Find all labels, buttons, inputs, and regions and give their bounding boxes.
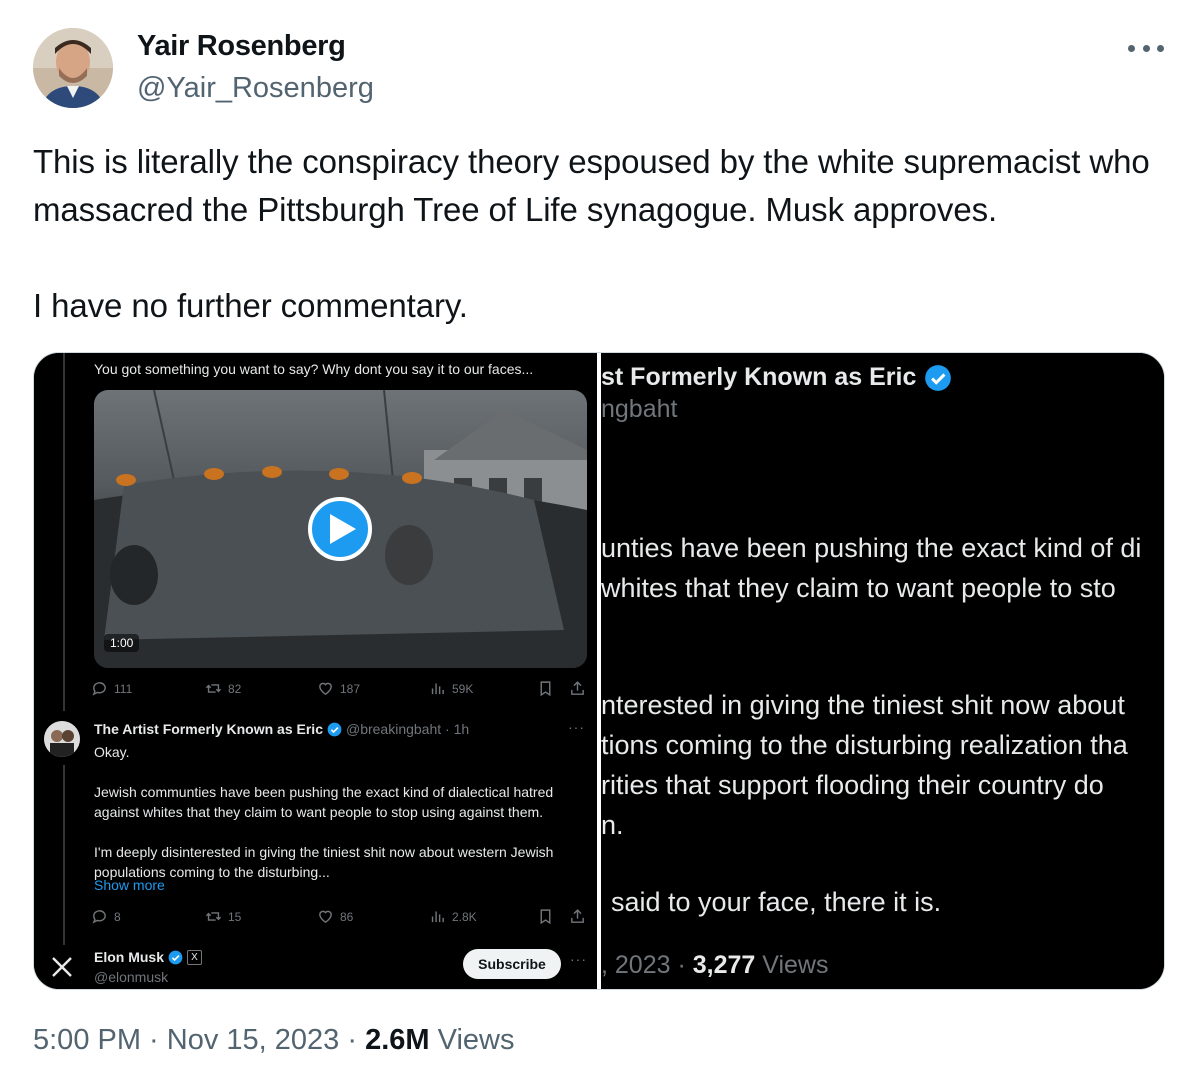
zoomed-author-name-text: st Formerly Known as Eric	[601, 363, 917, 391]
tweet-timestamp: 5:00 PM · Nov 15, 2023 · 2.6M Views	[33, 1024, 515, 1056]
play-button[interactable]	[308, 497, 372, 561]
share-button[interactable]	[569, 908, 586, 925]
like-icon	[319, 682, 332, 696]
screenshot-thread-panel: You got something you want to say? Why d…	[34, 353, 597, 989]
bookmark-icon	[540, 681, 551, 697]
thread-line	[63, 353, 65, 711]
zoomed-text-line: tions coming to the disturbing realizati…	[601, 730, 1128, 760]
video-duration: 1:00	[104, 634, 140, 652]
affiliate-badge: X	[187, 949, 203, 965]
zoomed-footer-date: , 2023 ·	[601, 951, 686, 979]
more-horizontal-icon[interactable]	[1128, 36, 1164, 60]
reply-icon	[92, 910, 106, 924]
reply-text: Okay. Jewish communties have been pushin…	[94, 744, 554, 880]
reply-avatar[interactable]	[44, 721, 80, 757]
reply-count: 8	[114, 909, 121, 924]
more-horizontal-icon[interactable]: ···	[570, 951, 587, 967]
video-thumbnail[interactable]: 1:00	[94, 390, 587, 668]
reply-author-name[interactable]: The Artist Formerly Known as Eric	[94, 721, 323, 737]
reply-count: 111	[114, 681, 133, 696]
like-icon	[319, 910, 332, 924]
like-button[interactable]: 187	[317, 680, 360, 697]
screenshot-zoom-panel: st Formerly Known as Eric ngbaht unties …	[601, 353, 1164, 989]
repost-icon	[205, 912, 222, 921]
zoomed-text-line: n.	[601, 810, 624, 840]
tweet-date[interactable]: Nov 15, 2023	[167, 1024, 340, 1056]
verified-badge-icon	[327, 722, 342, 736]
views-count: 2.8K	[452, 909, 477, 924]
tweet-views-count: 2.6M	[365, 1024, 430, 1056]
zoomed-text-line: rities that support flooding their count…	[601, 770, 1104, 800]
bookmark-icon	[540, 909, 551, 925]
zoomed-footer: , 2023 · 3,277 Views	[601, 951, 829, 980]
verified-badge-icon	[925, 364, 952, 391]
play-icon	[330, 514, 356, 544]
elon-handle[interactable]: @elonmusk	[94, 969, 168, 985]
like-button[interactable]: 86	[317, 908, 353, 925]
zoomed-text-line: nterested in giving the tiniest shit now…	[601, 690, 1125, 720]
verified-badge-icon	[168, 950, 183, 964]
views-button[interactable]: 59K	[429, 680, 473, 697]
show-more-link[interactable]: Show more	[94, 877, 165, 893]
views-button[interactable]: 2.8K	[429, 908, 477, 925]
author-avatar[interactable]	[33, 28, 113, 108]
bookmark-button[interactable]	[537, 908, 554, 925]
reply-icon	[92, 682, 106, 696]
zoomed-footer-views-label: Views	[762, 951, 829, 979]
zoomed-footer-views-count: 3,277	[692, 951, 756, 979]
share-button[interactable]	[569, 680, 586, 697]
zoomed-text-line: whites that they claim to want people to…	[601, 573, 1116, 603]
share-icon	[571, 681, 584, 695]
tweet-text: This is literally the conspiracy theory …	[33, 143, 1150, 324]
author-name[interactable]: Yair Rosenberg	[137, 30, 346, 63]
repost-button[interactable]: 15	[205, 908, 241, 925]
zoomed-text-line: said to your face, there it is.	[611, 887, 942, 917]
repost-count: 82	[228, 681, 242, 696]
views-icon	[431, 683, 444, 695]
zoomed-author-name: st Formerly Known as Eric	[601, 363, 952, 392]
x-logo-icon	[50, 955, 74, 984]
repost-icon	[205, 684, 222, 693]
zoomed-handle: ngbaht	[601, 395, 678, 423]
repost-count: 15	[228, 909, 242, 924]
views-count: 59K	[452, 681, 474, 696]
tweet-views-label: Views	[437, 1024, 515, 1056]
author-handle[interactable]: @Yair_Rosenberg	[137, 72, 374, 105]
views-icon	[431, 911, 444, 923]
reply-button[interactable]: 8	[91, 908, 121, 925]
tweet-media-image[interactable]: You got something you want to say? Why d…	[33, 352, 1165, 990]
elon-name-text: Elon Musk	[94, 949, 165, 965]
subscribe-button[interactable]: Subscribe	[463, 949, 561, 979]
share-icon	[571, 909, 584, 923]
reply-handle-time[interactable]: @breakingbaht · 1h	[346, 721, 469, 737]
elon-name[interactable]: Elon Musk X	[94, 949, 203, 965]
reply-header: The Artist Formerly Known as Eric @break…	[94, 721, 554, 737]
like-count: 86	[340, 909, 354, 924]
video-tweet-actions: 111 82 187 59K	[91, 680, 591, 702]
previous-tweet-text: You got something you want to say? Why d…	[94, 361, 534, 377]
zoomed-text-line: unties have been pushing the exact kind …	[601, 533, 1142, 563]
like-count: 187	[340, 681, 361, 696]
bookmark-button[interactable]	[537, 680, 554, 697]
more-horizontal-icon[interactable]: ···	[568, 719, 585, 735]
repost-button[interactable]: 82	[205, 680, 241, 697]
tweet-time[interactable]: 5:00 PM	[33, 1024, 141, 1056]
reply-button[interactable]: 111	[91, 680, 132, 697]
thread-line	[63, 765, 65, 945]
reply-tweet-actions: 8 15 86 2.8K	[91, 908, 591, 930]
